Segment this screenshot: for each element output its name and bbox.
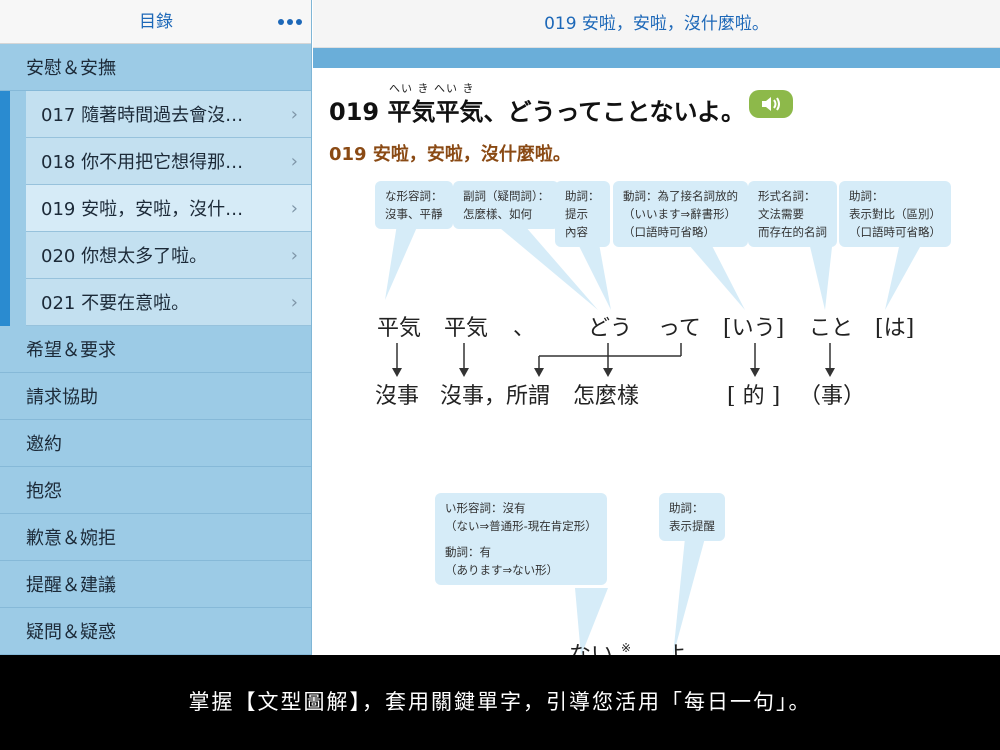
word-nai: ない [569, 643, 613, 655]
sidebar-item-help[interactable]: 請求協助 [0, 373, 311, 420]
sidebar-item-invite[interactable]: 邀約 [0, 420, 311, 467]
grammar-diagram: 平気 平気 、 どう って [いう] こと [は] ない ※ よ 沒事 沒事，所… [375, 218, 925, 655]
sidebar-item-comfort[interactable]: 安慰＆安撫 [0, 44, 311, 91]
bubble-line: （いいます⇒辭書形） [623, 207, 737, 221]
main-panel: 019 安啦，安啦，沒什麼啦。 へい き へい き 019 平気平気、どうってこ… [313, 0, 1000, 655]
bubble-line: （あります⇒ない形） [445, 563, 559, 577]
sidebar-item-label: 018 你不用把它想得那… [41, 152, 244, 173]
sidebar-item-019[interactable]: 019 安啦，安啦，沒什… › [26, 185, 311, 232]
sidebar-item-label: 020 你想太多了啦。 [41, 246, 208, 267]
sidebar-item-reminder[interactable]: 提醒＆建議 [0, 561, 311, 608]
word-dou: どう [588, 316, 632, 341]
word-comma: 、 [513, 316, 535, 341]
bubble-line: 助詞： [565, 189, 600, 203]
lesson-content[interactable]: へい き へい き 019 平気平気、どうってことないよ。 019 安啦，安啦，… [313, 68, 1000, 655]
bubble-line: （口語時可省略） [849, 225, 941, 239]
meaning-3: 怎麼樣 [573, 384, 639, 409]
word-wa: [は] [875, 316, 914, 341]
bubble-line: （ない⇒普通形-現在肯定形） [445, 519, 597, 533]
sidebar-item-label: 疑問＆疑惑 [26, 622, 116, 643]
meaning-2: 沒事，所謂 [440, 384, 550, 409]
bubble-line: 動詞：有 [445, 545, 491, 559]
sidebar-item-hope[interactable]: 希望＆要求 [0, 326, 311, 373]
bubble-pointers [385, 218, 925, 655]
sidebar-title: 目錄 [139, 12, 173, 32]
word-koto: こと [809, 316, 853, 341]
sidebar-item-complain[interactable]: 抱怨 [0, 467, 311, 514]
word-heiki-1: 平気 [377, 316, 421, 341]
header-strip [313, 48, 1000, 68]
word-yo: よ [665, 643, 687, 655]
bubble-line: 怎麼樣、如何 [463, 207, 532, 221]
sidebar-item-label: 安慰＆安撫 [26, 58, 116, 79]
sidebar-item-label: 歉意＆婉拒 [26, 528, 116, 549]
bubble-line: 表示提醒 [669, 519, 715, 533]
bubble-particle-content: 助詞： 提示 內容 [555, 181, 610, 247]
app-window: 目錄 安慰＆安撫 017 隨著時間過去會沒… › 018 你不用把它想得那… › 0… [0, 0, 1000, 750]
bubble-line [445, 535, 597, 543]
word-tte: って [658, 316, 701, 341]
bubble-line: い形容詞：沒有 [445, 501, 526, 515]
chevron-right-icon: › [290, 151, 298, 172]
bubble-line: 而存在的名詞 [758, 225, 827, 239]
meaning-4: [ 的 ] [727, 384, 780, 409]
bubble-na-adjective: な形容詞： 沒事、平靜 [375, 181, 453, 229]
chevron-right-icon: › [290, 292, 298, 313]
bubble-line: 動詞：為了接名詞放的 [623, 189, 738, 203]
bubble-nai: い形容詞：沒有 （ない⇒普通形-現在肯定形） 動詞：有 （あります⇒ない形） [435, 493, 607, 585]
bubble-verb-iu: 動詞：為了接名詞放的 （いいます⇒辭書形） （口語時可省略） [613, 181, 748, 247]
bubble-line: 沒事、平靜 [385, 207, 443, 221]
sidebar-header: 目錄 [0, 0, 311, 44]
sidebar-item-label: 017 隨著時間過去會沒… [41, 105, 244, 126]
sidebar-item-label: 019 安啦，安啦，沒什… [41, 199, 244, 220]
bubble-line: 助詞： [669, 501, 704, 515]
sidebar-item-017[interactable]: 017 隨著時間過去會沒… › [26, 91, 311, 138]
bubble-line: 內容 [565, 225, 588, 239]
chevron-right-icon: › [290, 245, 298, 266]
chevron-right-icon: › [290, 198, 298, 219]
sidebar-list: 安慰＆安撫 017 隨著時間過去會沒… › 018 你不用把它想得那… › 019 … [0, 44, 311, 655]
bubble-line: 表示對比（區別） [849, 207, 941, 221]
sidebar-item-label: 請求協助 [26, 387, 98, 408]
sidebar-item-label: 邀約 [26, 434, 62, 455]
sidebar-item-question[interactable]: 疑問＆疑惑 [0, 608, 311, 655]
chinese-meanings: 沒事 沒事，所謂 怎麼樣 [ 的 ] （事） [375, 384, 865, 409]
sidebar-item-020[interactable]: 020 你想太多了啦。 › [26, 232, 311, 279]
caption-bar: 掌握【文型圖解】，套用關鍵單字，引導您活用「每日一句」。 [0, 655, 1000, 750]
bubble-line: 形式名詞： [758, 189, 816, 203]
bubble-line: な形容詞： [385, 189, 443, 203]
bubble-line: 提示 [565, 207, 588, 221]
bubble-line: （口語時可省略） [623, 225, 715, 239]
bubble-particle-wa: 助詞： 表示對比（區別） （口語時可省略） [839, 181, 951, 247]
chevron-right-icon: › [290, 104, 298, 125]
diagram-arrows [392, 343, 835, 377]
main-header-title: 019 安啦，安啦，沒什麼啦。 [544, 14, 769, 34]
meaning-5: （事） [799, 384, 865, 409]
sidebar-item-label: 抱怨 [26, 481, 62, 502]
sidebar: 目錄 安慰＆安撫 017 隨著時間過去會沒… › 018 你不用把它想得那… › 0… [0, 0, 312, 655]
japanese-words: 平気 平気 、 どう って [いう] こと [は] ない ※ よ [377, 316, 914, 655]
caption-text: 掌握【文型圖解】，套用關鍵單字，引導您活用「每日一句」。 [188, 690, 812, 714]
bubble-line: 副詞（疑問詞）： [463, 189, 550, 203]
word-iu: [いう] [723, 316, 784, 341]
sidebar-item-021[interactable]: 021 不要在意啦。 › [26, 279, 311, 326]
more-dots-icon[interactable] [276, 8, 304, 36]
sidebar-item-label: 021 不要在意啦。 [41, 293, 190, 314]
meaning-1: 沒事 [375, 384, 419, 409]
bubble-particle-yo: 助詞： 表示提醒 [659, 493, 725, 541]
sidebar-item-label: 希望＆要求 [26, 340, 116, 361]
bubble-line: 助詞： [849, 189, 884, 203]
sidebar-item-apology[interactable]: 歉意＆婉拒 [0, 514, 311, 561]
main-header: 019 安啦，安啦，沒什麼啦。 [313, 0, 1000, 48]
bubble-formal-noun: 形式名詞： 文法需要 而存在的名詞 [748, 181, 837, 247]
bubble-adverb: 副詞（疑問詞）： 怎麼樣、如何 [453, 181, 560, 229]
bubble-line: 文法需要 [758, 207, 804, 221]
sidebar-item-018[interactable]: 018 你不用把它想得那… › [26, 138, 311, 185]
word-note-mark: ※ [621, 641, 631, 655]
sidebar-item-label: 提醒＆建議 [26, 575, 116, 596]
word-heiki-2: 平気 [444, 316, 488, 341]
